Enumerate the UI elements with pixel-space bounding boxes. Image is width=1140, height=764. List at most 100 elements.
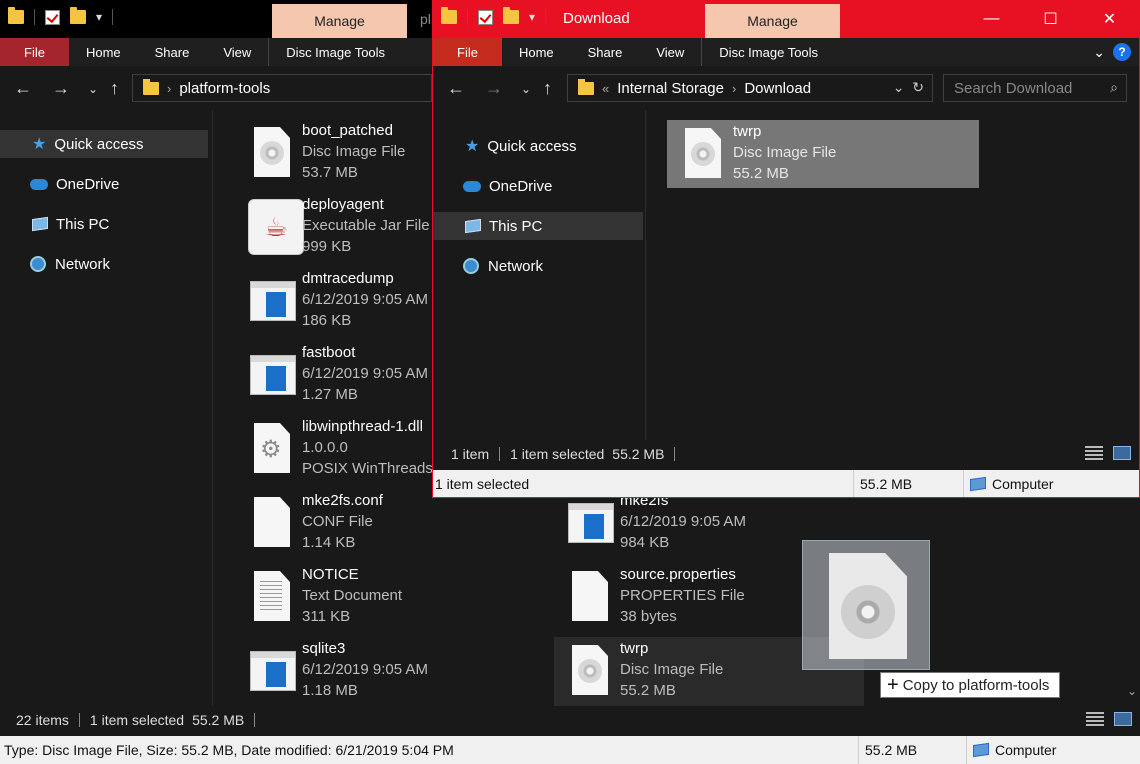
details-view-icon[interactable] (1086, 712, 1104, 726)
file-name: NOTICE (302, 566, 359, 583)
tab-home[interactable]: Home (502, 38, 571, 66)
tab-disc-image-tools[interactable]: Disc Image Tools (268, 38, 402, 66)
details-view-icon[interactable] (1085, 446, 1103, 460)
properties-icon[interactable] (478, 9, 493, 25)
file-type: Text Document (302, 587, 403, 604)
nav-label: OneDrive (56, 175, 120, 193)
toolbar-separator (545, 9, 547, 25)
breadcrumb-internal-storage[interactable]: Internal Storage (617, 80, 724, 97)
breadcrumb-platform-tools[interactable]: platform-tools (179, 80, 270, 97)
customize-toolbar-icon[interactable]: ▾ (96, 10, 102, 24)
tab-file[interactable]: File (433, 38, 502, 66)
item-count: 1 item (451, 446, 490, 462)
recent-locations-icon[interactable]: ⌄ (521, 82, 531, 96)
customize-toolbar-icon[interactable]: ▾ (529, 10, 535, 24)
up-arrow-icon[interactable]: ↑ (543, 78, 552, 99)
new-folder-icon[interactable] (503, 7, 519, 24)
maximize-icon[interactable]: ☐ (1021, 0, 1080, 38)
properties-icon[interactable] (45, 9, 60, 25)
nav-quick-access[interactable]: ★ Quick access (0, 130, 208, 158)
toolbar-separator (112, 9, 114, 25)
file-tile-selected[interactable]: twrp Disc Image File 55.2 MB (667, 120, 979, 188)
file-tile[interactable]: sqlite3 6/12/2019 9:05 AM 1.18 MB (236, 637, 556, 707)
download-window: ▾ Download Manage — ☐ ✕ File Home Share … (432, 0, 1140, 498)
application-icon (248, 347, 296, 403)
new-folder-icon[interactable] (70, 7, 86, 24)
file-tile[interactable]: mke2fs.conf CONF File 1.14 KB (236, 489, 556, 559)
file-name: twrp (620, 640, 649, 657)
file-type: Disc Image File (733, 144, 837, 161)
star-icon: ★ (465, 138, 480, 155)
close-icon[interactable]: ✕ (1080, 0, 1139, 38)
tab-share[interactable]: Share (138, 38, 207, 66)
search-input[interactable]: Search Download ⌕ (943, 74, 1127, 102)
forward-arrow-icon[interactable]: → (52, 78, 70, 99)
expand-ribbon-icon[interactable]: ⌄ (1093, 44, 1105, 61)
up-arrow-icon[interactable]: ↑ (110, 78, 119, 99)
folder-icon[interactable] (8, 7, 24, 24)
title-bar: ▾ Download Manage — ☐ ✕ (433, 0, 1139, 38)
nav-network[interactable]: Network (433, 252, 643, 280)
nav-onedrive[interactable]: OneDrive (0, 170, 208, 198)
recent-locations-icon[interactable]: ⌄ (88, 82, 98, 96)
file-date: 6/12/2019 9:05 AM (302, 661, 428, 678)
search-icon[interactable]: ⌕ (1110, 79, 1118, 96)
chevron-right-icon: › (167, 80, 172, 96)
forward-arrow-icon[interactable]: → (485, 78, 503, 99)
tab-file[interactable]: File (0, 38, 69, 66)
file-type: Disc Image File (620, 661, 724, 678)
scroll-down-icon[interactable]: ⌄ (1124, 684, 1140, 698)
address-bar[interactable]: › platform-tools (132, 74, 432, 102)
address-bar[interactable]: « Internal Storage › Download ⌄ ↻ (567, 74, 933, 102)
nav-onedrive[interactable]: OneDrive (433, 172, 643, 200)
application-icon (566, 495, 614, 551)
breadcrumb-download[interactable]: Download (744, 80, 811, 97)
nav-network[interactable]: Network (0, 250, 208, 278)
file-name: sqlite3 (302, 640, 346, 657)
pane-splitter[interactable] (645, 110, 646, 440)
folder-icon[interactable] (441, 7, 457, 24)
file-size: 186 KB (302, 312, 352, 329)
file-version: 1.0.0.0 (302, 439, 348, 456)
nav-label: Network (55, 255, 111, 273)
size-cell: 55.2 MB (853, 470, 963, 497)
file-tile[interactable]: NOTICE Text Document 311 KB (236, 563, 556, 633)
quick-access-toolbar: ▾ (8, 7, 114, 25)
file-size: 1.14 KB (302, 534, 356, 551)
manage-contextual-tab[interactable]: Manage (272, 4, 407, 38)
nav-this-pc[interactable]: This PC (0, 210, 208, 238)
refresh-icon[interactable]: ↻ (912, 79, 924, 95)
help-icon[interactable]: ? (1113, 43, 1131, 61)
back-arrow-icon[interactable]: ← (14, 78, 32, 99)
pane-splitter[interactable] (212, 110, 213, 706)
java-icon: ☕ (248, 199, 304, 255)
view-switcher (1086, 712, 1132, 726)
tiles-view-icon[interactable] (1113, 446, 1131, 460)
file-name: twrp (733, 123, 762, 140)
nav-quick-access[interactable]: ★ Quick access (433, 132, 643, 160)
vertical-scrollbar[interactable]: ⌄ (1124, 498, 1140, 706)
tiles-view-icon[interactable] (1114, 712, 1132, 726)
nav-this-pc[interactable]: This PC (433, 212, 643, 240)
selected-size: 55.2 MB (612, 446, 665, 462)
tab-view[interactable]: View (206, 38, 268, 66)
manage-contextual-tab[interactable]: Manage (705, 4, 840, 38)
tab-view[interactable]: View (639, 38, 701, 66)
status-bar: 1 item 1 item selected 55.2 MB (433, 440, 1139, 468)
computer-icon (973, 742, 989, 758)
tab-disc-image-tools[interactable]: Disc Image Tools (701, 38, 835, 66)
file-size: 311 KB (302, 608, 351, 625)
file-type: Executable Jar File (302, 217, 430, 234)
selected-size: 55.2 MB (192, 712, 245, 728)
file-name: source.properties (620, 566, 736, 583)
size-text: 55.2 MB (865, 742, 918, 758)
overflow-chevron-icon[interactable]: « (602, 81, 609, 96)
tab-share[interactable]: Share (571, 38, 640, 66)
chevron-right-icon: › (731, 80, 737, 96)
minimize-icon[interactable]: — (962, 0, 1021, 38)
tab-home[interactable]: Home (69, 38, 138, 66)
plus-icon: + (887, 674, 899, 696)
chevron-down-icon[interactable]: ⌄ (893, 79, 905, 95)
application-icon (248, 643, 296, 699)
back-arrow-icon[interactable]: ← (447, 78, 465, 99)
